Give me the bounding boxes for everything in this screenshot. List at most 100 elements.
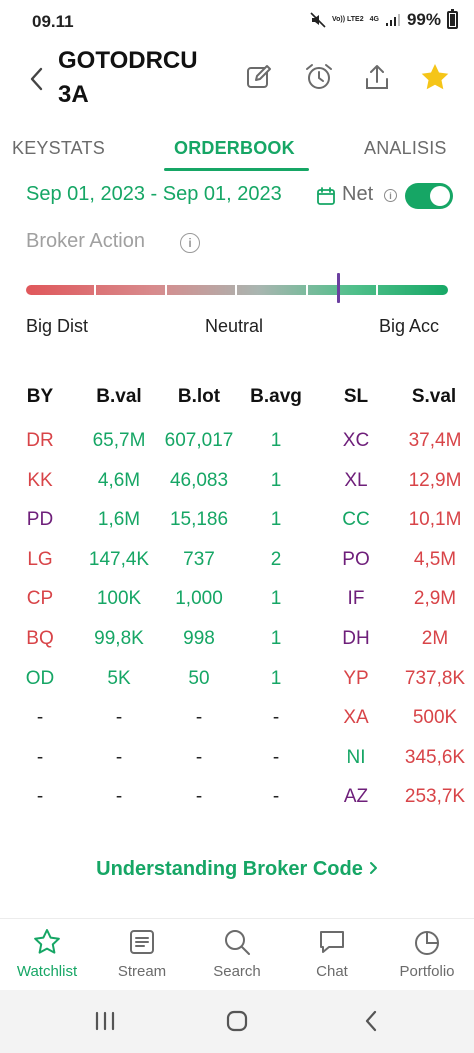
buy-avg-cell: - <box>272 747 280 768</box>
broker-action-meter <box>26 285 448 295</box>
net-label: Net <box>342 183 374 205</box>
buy-broker-code: OD <box>25 668 55 689</box>
star-outline-icon <box>34 929 60 954</box>
sell-broker-code: DH <box>342 628 370 649</box>
buy-broker-code: PD <box>26 509 54 530</box>
buy-lot-cell: 998 <box>183 628 215 649</box>
buy-avg-cell: 2 <box>270 549 282 570</box>
meter-separator <box>306 285 308 295</box>
tab-analisis[interactable]: ANALISIS <box>364 138 447 159</box>
buy-avg-cell: 1 <box>270 509 282 530</box>
back-icon <box>30 67 43 91</box>
tab-keystats[interactable]: KEYSTATS <box>12 138 105 159</box>
buy-broker-code: LG <box>27 549 53 570</box>
sell-broker-code: CC <box>342 509 370 530</box>
buy-value-cell: 100K <box>96 588 142 609</box>
buy-lot-cell: 46,083 <box>169 470 229 491</box>
alarm-icon <box>306 64 332 89</box>
nav-portfolio[interactable]: Portfolio <box>382 927 472 980</box>
alarm-button[interactable] <box>302 60 336 94</box>
system-back-icon <box>365 1010 377 1032</box>
sell-value-cell: 737,8K <box>404 668 466 689</box>
app-header: GOTODRCU 3A <box>0 40 474 116</box>
buy-lot-cell: - <box>195 707 203 728</box>
buy-broker-code: - <box>36 707 44 728</box>
chevron-right-icon <box>369 858 378 881</box>
broker-action-marker <box>337 273 341 303</box>
sell-broker-code: IF <box>347 588 365 609</box>
understanding-link-label: Understanding Broker Code <box>96 858 363 880</box>
network-4g-label: 4G <box>369 16 379 23</box>
buy-avg-cell: 1 <box>270 628 282 649</box>
buy-value-cell: 1,6M <box>97 509 141 530</box>
buy-broker-code: BQ <box>26 628 54 649</box>
tab-bar: KEYSTATS ORDERBOOK ANALISIS <box>0 128 474 174</box>
sell-value-cell: 4,5M <box>413 549 457 570</box>
sell-broker-code: PO <box>342 549 370 570</box>
chat-icon <box>320 931 344 953</box>
buy-avg-cell: 1 <box>270 430 282 451</box>
sell-value-cell: 345,6K <box>404 747 466 768</box>
buy-broker-code: - <box>36 747 44 768</box>
nav-portfolio-label: Portfolio <box>399 963 455 980</box>
meter-separator <box>376 285 378 295</box>
buy-value-cell: 65,7M <box>92 430 146 451</box>
nav-chat[interactable]: Chat <box>287 927 377 980</box>
battery-icon <box>447 9 458 29</box>
edit-button[interactable] <box>242 60 276 94</box>
tab-orderbook[interactable]: ORDERBOOK <box>174 138 295 159</box>
meter-label-big-dist: Big Dist <box>26 316 89 336</box>
buy-value-cell: - <box>115 786 123 807</box>
recent-apps-icon <box>95 1011 115 1031</box>
share-button[interactable] <box>360 60 394 94</box>
back-button[interactable] <box>22 62 50 96</box>
buy-broker-code: - <box>36 786 44 807</box>
date-range-picker[interactable]: Sep 01, 2023 - Sep 01, 2023 <box>26 183 282 206</box>
status-indicators: Vo)) LTE2 4G 99% <box>310 9 458 30</box>
buy-avg-cell: 1 <box>270 668 282 689</box>
buy-avg-cell: - <box>272 707 280 728</box>
stock-title-line2: 3A <box>58 81 89 108</box>
buy-broker-code: CP <box>26 588 54 609</box>
sell-broker-code: NI <box>346 747 366 768</box>
star-icon <box>421 64 449 90</box>
recent-apps-button[interactable] <box>90 1008 120 1034</box>
buy-lot-cell: 1,000 <box>175 588 223 609</box>
sell-broker-code: AZ <box>343 786 369 807</box>
nav-search-label: Search <box>213 963 261 980</box>
net-toggle[interactable] <box>405 183 453 209</box>
buy-lot-cell: 737 <box>183 549 215 570</box>
broker-action-info-icon[interactable]: i <box>180 233 200 253</box>
sell-value-cell: 253,7K <box>404 786 466 807</box>
nav-chat-label: Chat <box>316 963 348 980</box>
nav-stream[interactable]: Stream <box>97 927 187 980</box>
header-buy-avg: B.avg <box>250 386 302 407</box>
buy-lot-cell: - <box>195 747 203 768</box>
sell-value-cell: 12,9M <box>408 470 462 491</box>
edit-icon <box>247 65 271 88</box>
sell-value-cell: 2,9M <box>413 588 457 609</box>
status-time: 09.11 <box>32 12 74 31</box>
calendar-icon[interactable] <box>316 186 336 206</box>
buy-broker-code: KK <box>27 470 53 491</box>
nav-watchlist[interactable]: Watchlist <box>2 927 92 980</box>
home-button[interactable] <box>222 1008 252 1034</box>
header-sell-value: S.val <box>411 386 457 407</box>
sell-value-cell: 500K <box>412 707 458 728</box>
sell-value-cell: 10,1M <box>408 509 462 530</box>
system-navigation-bar <box>0 990 474 1053</box>
buy-value-cell: 99,8K <box>94 628 144 649</box>
broker-action-title: Broker Action <box>26 230 145 252</box>
net-info-icon[interactable]: i <box>384 189 397 202</box>
active-tab-indicator <box>164 168 309 171</box>
signal-icon <box>385 14 400 26</box>
nav-search[interactable]: Search <box>192 927 282 980</box>
system-back-button[interactable] <box>356 1008 386 1034</box>
favorite-button[interactable] <box>418 60 452 94</box>
meter-separator <box>94 285 96 295</box>
home-icon <box>226 1010 248 1032</box>
understanding-broker-code-link[interactable]: Understanding Broker Code <box>0 858 474 881</box>
nav-watchlist-label: Watchlist <box>16 963 78 980</box>
meter-label-big-acc: Big Acc <box>379 316 440 336</box>
buy-lot-cell: 15,186 <box>169 509 229 530</box>
